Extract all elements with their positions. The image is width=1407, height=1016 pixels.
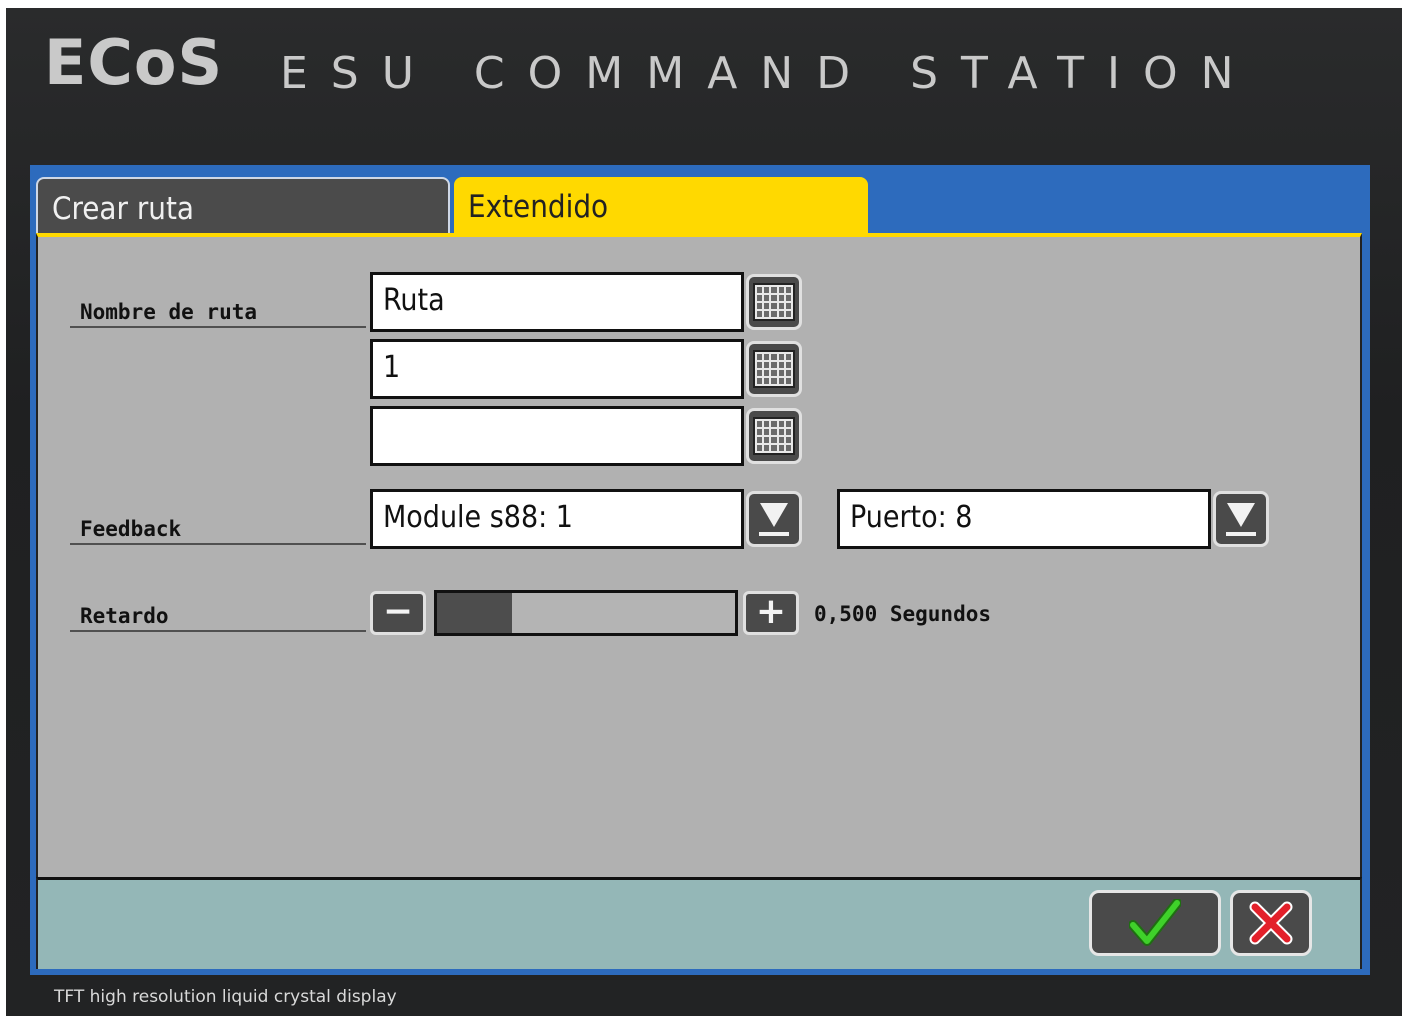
route-name-line-2[interactable]: 1 — [370, 339, 744, 399]
feedback-port-dropdown-button[interactable] — [1213, 491, 1269, 547]
route-name-line-3[interactable] — [370, 406, 744, 466]
retardo-slider[interactable] — [434, 590, 738, 636]
keyboard-button-1[interactable] — [746, 274, 802, 330]
keyboard-button-3[interactable] — [746, 408, 802, 464]
feedback-module-dropdown-button[interactable] — [746, 491, 802, 547]
chevron-down-icon — [759, 501, 789, 537]
retardo-decrease-button[interactable]: − — [370, 591, 426, 635]
retardo-value: 0,500 Segundos — [814, 602, 992, 626]
nombre-de-ruta-label: Nombre de ruta — [70, 300, 366, 328]
cancel-button[interactable] — [1230, 890, 1312, 956]
chevron-down-icon — [1226, 501, 1256, 537]
x-icon — [1249, 901, 1293, 945]
retardo-increase-button[interactable]: + — [743, 591, 799, 635]
keyboard-icon — [753, 417, 795, 455]
ecos-logo: ECoS — [44, 26, 224, 99]
confirm-button[interactable] — [1089, 890, 1221, 956]
feedback-label: Feedback — [70, 517, 366, 545]
display-caption: TFT high resolution liquid crystal displ… — [54, 987, 397, 1007]
keyboard-icon — [753, 350, 795, 388]
feedback-module-select[interactable]: Module s88: 1 — [370, 489, 744, 549]
retardo-slider-fill — [437, 593, 512, 633]
tab-crear-ruta[interactable]: Crear ruta — [36, 177, 450, 233]
tab-extendido[interactable]: Extendido — [454, 177, 868, 233]
brand-subtitle: ESU COMMAND STATION — [280, 48, 1257, 99]
keyboard-button-2[interactable] — [746, 341, 802, 397]
checkmark-icon — [1129, 899, 1181, 946]
route-name-line-1[interactable]: Ruta — [370, 272, 744, 332]
retardo-label: Retardo — [70, 604, 366, 632]
keyboard-icon — [753, 283, 795, 321]
feedback-port-select[interactable]: Puerto: 8 — [837, 489, 1211, 549]
